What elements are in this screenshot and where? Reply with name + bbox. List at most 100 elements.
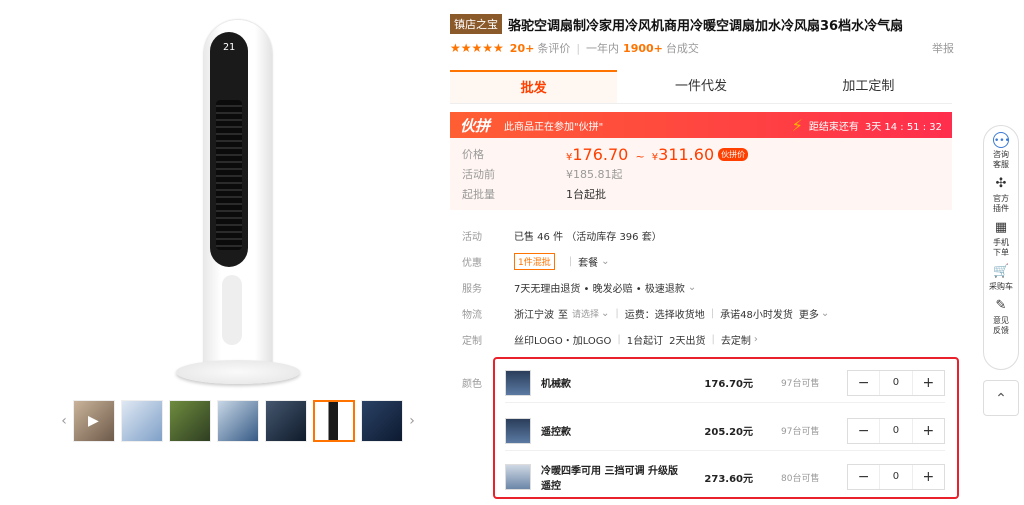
- countdown-timer: 3天 14 : 51 : 32: [864, 121, 942, 133]
- tab-custom[interactable]: 加工定制: [785, 70, 952, 103]
- scroll-top-button[interactable]: ⌃: [983, 380, 1019, 416]
- thumbnail[interactable]: [265, 400, 307, 442]
- custom-days: 2天出货: [669, 335, 706, 347]
- quantity-input[interactable]: 0: [879, 370, 913, 395]
- activity-label: 活动: [462, 231, 482, 243]
- shop-badge: 镇店之宝: [450, 14, 502, 34]
- plus-button[interactable]: +: [913, 423, 944, 439]
- sidebar-label: 官方插件: [993, 194, 1009, 213]
- info-section: 活动 已售 46 件 （活动库存 396 套） 优惠 1件混批 | 套餐 ⌄ 服…: [462, 222, 962, 352]
- purchase-mode-tabs: 批发 一件代发 加工定制: [450, 70, 952, 104]
- rating-row: ★★★★★ 20+ 条评价 | 一年内 1900+ 台成交 举报: [450, 40, 954, 56]
- sku-stock: 80台可售: [781, 473, 820, 484]
- divider: |: [615, 307, 619, 319]
- sku-name: 机械款: [541, 379, 571, 390]
- feedback-icon: ✎: [995, 298, 1007, 313]
- qrcode-icon: ▦: [994, 220, 1008, 235]
- sales-count: 1900+: [623, 41, 663, 55]
- quantity-stepper: − 0 +: [847, 369, 945, 396]
- sku-price: 273.60元: [704, 473, 753, 485]
- thumbnail[interactable]: [169, 400, 211, 442]
- divider: |: [711, 333, 715, 345]
- sku-name: 遥控款: [541, 427, 571, 438]
- sidebar-label: 意见反馈: [993, 316, 1009, 335]
- custom-logo: 丝印LOGO・加LOGO: [514, 335, 612, 347]
- divider: |: [568, 255, 573, 267]
- air-cooler-tower: 21: [204, 20, 272, 370]
- destination-select[interactable]: 请选择: [572, 307, 599, 320]
- minus-button[interactable]: −: [848, 423, 879, 439]
- activity-value: 已售 46 件 （活动库存 396 套）: [514, 231, 662, 243]
- thumb-next-arrow-icon[interactable]: ›: [406, 413, 418, 429]
- thumbnail[interactable]: [217, 400, 259, 442]
- chat-icon: •••: [993, 132, 1010, 148]
- sku-name: 冷暖四季可用 三挡可调 升级版遥控: [541, 466, 678, 492]
- quantity-input[interactable]: 0: [879, 465, 913, 489]
- sidebar-cart[interactable]: 🛒 采购车: [986, 264, 1016, 292]
- sidebar-customer-service[interactable]: ••• 咨询客服: [993, 132, 1010, 170]
- chevron-down-icon[interactable]: ⌄: [601, 256, 609, 267]
- tab-wholesale[interactable]: 批发: [450, 70, 618, 103]
- shipping-fee: 运费：选择收货地: [624, 309, 705, 321]
- price-label: 价格: [462, 148, 484, 161]
- review-label: 条评价: [537, 42, 571, 55]
- logistics-to: 至: [558, 309, 568, 321]
- logistics-origin: 浙江宁波: [514, 309, 554, 321]
- review-count[interactable]: 20+: [510, 42, 535, 55]
- chevron-down-icon[interactable]: ⌄: [688, 282, 696, 293]
- divider: |: [710, 307, 715, 319]
- quantity-input[interactable]: 0: [879, 418, 913, 443]
- chevron-down-icon[interactable]: ⌄: [821, 308, 829, 319]
- more-link[interactable]: 更多: [799, 306, 819, 321]
- sidebar-mobile-order[interactable]: ▦ 手机下单: [993, 220, 1009, 258]
- promo-banner: 伙拼 此商品正在参加"伙拼" ⚡ 距结束还有 3天 14 : 51 : 32: [450, 112, 952, 138]
- product-title-row: 镇店之宝 骆驼空调扇制冷家用冷风机商用冷暖空调扇加水冷风扇36档水冷气扇: [450, 14, 1010, 34]
- plus-button[interactable]: +: [913, 375, 944, 391]
- tower-base: [176, 360, 300, 384]
- moq-value: 1台起批: [566, 188, 606, 201]
- sidebar-feedback[interactable]: ✎ 意见反馈: [993, 298, 1009, 336]
- service-label: 服务: [462, 283, 482, 295]
- sku-thumbnail[interactable]: [505, 464, 531, 490]
- sku-thumbnail[interactable]: [505, 369, 531, 396]
- discount-label: 优惠: [462, 257, 482, 269]
- sku-price: 176.70元: [704, 379, 753, 390]
- minus-button[interactable]: −: [848, 469, 879, 485]
- main-product-image[interactable]: 21: [130, 15, 330, 385]
- sidebar-plugin[interactable]: ✣ 官方插件: [993, 176, 1009, 214]
- front-panel: 21: [210, 32, 248, 267]
- countdown-label: 距结束还有: [808, 121, 859, 133]
- promo-logo: 伙拼: [460, 116, 491, 135]
- tab-dropship[interactable]: 一件代发: [617, 70, 784, 103]
- temperature-display: 21: [222, 42, 236, 53]
- report-link[interactable]: 举报: [932, 40, 954, 56]
- package-link[interactable]: 套餐: [578, 254, 598, 269]
- moq-label: 起批量: [462, 188, 495, 201]
- sku-stock: 97台可售: [781, 427, 820, 437]
- chevron-down-icon[interactable]: ⌄: [601, 308, 609, 319]
- thumbnail[interactable]: [121, 400, 163, 442]
- floating-sidebar: ••• 咨询客服 ✣ 官方插件 ▦ 手机下单 🛒 采购车 ✎ 意见反馈: [983, 125, 1019, 370]
- sku-thumbnail[interactable]: [505, 417, 531, 444]
- play-icon: ▶: [88, 413, 99, 429]
- mixed-batch-pill[interactable]: 1件混批: [514, 252, 555, 270]
- thumbnail[interactable]: [361, 400, 403, 442]
- thumbnail-selected[interactable]: [313, 400, 355, 442]
- thumbnail-video[interactable]: ▶: [73, 400, 115, 442]
- price-range: ¥176.70 ~ ¥311.60: [566, 144, 715, 164]
- sku-list: 机械款 176.70元 97台可售 − 0 + 遥控款 205.20元 97台可…: [493, 357, 959, 499]
- minus-button[interactable]: −: [848, 375, 879, 391]
- cart-icon: 🛒: [993, 264, 1010, 279]
- before-price-label: 活动前: [462, 168, 495, 181]
- customize-link[interactable]: 去定制: [721, 332, 751, 347]
- sidebar-label: 手机下单: [993, 238, 1009, 257]
- star-icon: ★★★★★: [450, 41, 504, 55]
- thumb-prev-arrow-icon[interactable]: ‹: [58, 413, 70, 429]
- chevron-right-icon[interactable]: ›: [754, 334, 758, 345]
- custom-moq: 1台起订: [626, 335, 664, 347]
- sku-row: 遥控款 205.20元 97台可售 − 0 +: [505, 411, 945, 451]
- divider: |: [617, 333, 621, 345]
- shipping-promise: 承诺48小时发货: [720, 309, 793, 321]
- sku-row: 机械款 176.70元 97台可售 − 0 +: [505, 363, 945, 403]
- plus-button[interactable]: +: [913, 469, 944, 485]
